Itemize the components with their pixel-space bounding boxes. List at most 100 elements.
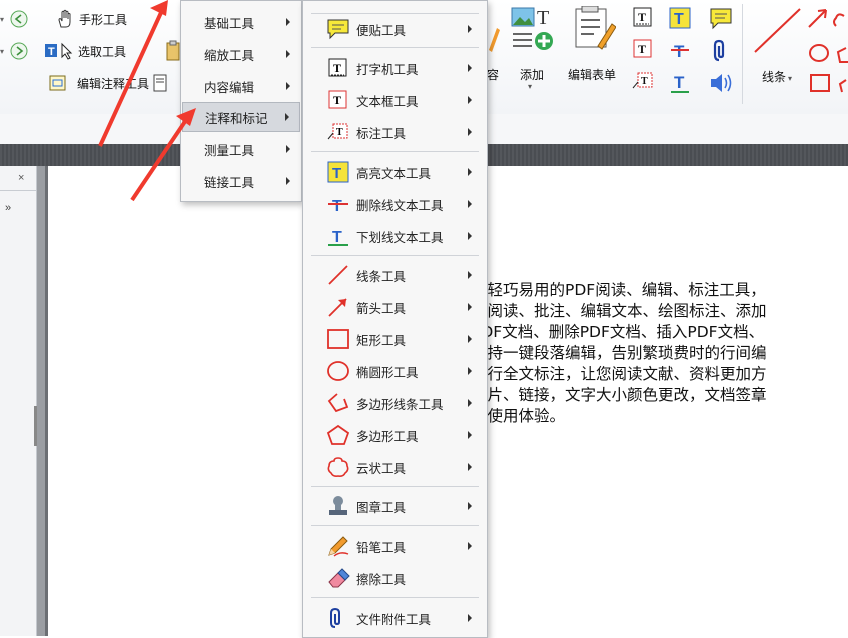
submenu-arrow-icon [468,367,472,375]
submenu-arrow-icon [468,431,472,439]
menu-separator [311,597,479,598]
menu-item-label: 标注工具 [356,126,407,141]
ellipse-shape-icon[interactable] [808,42,832,64]
line-tool-icon [752,6,802,56]
clipboard-icon[interactable] [166,40,180,62]
svg-text:T: T [333,93,341,107]
dropdown-caret-icon[interactable]: ▾ [0,47,8,56]
submenu-arrow-icon [468,463,472,471]
forward-icon[interactable] [10,42,28,60]
typewriter-icon: T [326,57,350,79]
submenu-arrow-icon [286,145,290,153]
menu-item-polyline-tool[interactable]: 多边形线条工具 [304,388,486,418]
menu-item-label: 删除线文本工具 [356,198,444,213]
submenu-arrow-icon [468,271,472,279]
sound-icon[interactable] [708,70,736,96]
menu-item-content-edit[interactable]: 内容编辑 [182,71,300,101]
edit-form-button[interactable]: 编辑表单 [566,4,624,84]
menu-separator [311,486,479,487]
lines-label: 线条 [762,70,787,84]
menu-item-polygon-tool[interactable]: 多边形工具 [304,420,486,450]
callout-icon[interactable]: T [632,70,654,92]
strikethrough-text-icon[interactable]: T [668,38,692,62]
close-icon[interactable]: × [18,172,24,184]
underline-text-icon: T [326,225,350,247]
menu-item-comment-markup[interactable]: 注释和标记 [182,102,300,132]
sticky-note-icon[interactable] [708,6,734,32]
select-tool-button[interactable]: T 选取工具 [42,40,126,62]
menu-item-typewriter-tool[interactable]: T 打字机工具 [304,53,486,83]
menu-item-callout-tool[interactable]: T 标注工具 [304,117,486,147]
menu-item-label: 基础工具 [204,16,255,31]
nav-back-row: ▾ [0,8,28,30]
submenu-arrow-icon [285,113,289,121]
strikethrough-text-icon: T [326,193,350,215]
menu-item-line-tool[interactable]: 线条工具 [304,260,486,290]
select-tool-label: 选取工具 [78,44,127,59]
textbox-icon[interactable]: T [632,38,654,60]
panel-splitter[interactable] [37,166,45,636]
svg-text:T: T [336,127,343,138]
typewriter-icon[interactable]: T [632,6,654,28]
menu-item-label: 文本框工具 [356,94,419,109]
menu-item-underline-tool[interactable]: T 下划线文本工具 [304,221,486,251]
menu-item-cloud-tool[interactable]: 云状工具 [304,452,486,482]
submenu-arrow-icon [468,232,472,240]
menu-separator [311,151,479,152]
hand-icon [55,9,75,29]
menu-item-textbox-tool[interactable]: T 文本框工具 [304,85,486,115]
callout-icon: T [326,121,350,143]
cloud-shape-icon[interactable] [832,6,848,96]
stamp-icon [326,495,350,517]
menu-item-eraser-tool[interactable]: 擦除工具 [304,563,486,593]
menu-item-highlight-tool[interactable]: T 高亮文本工具 [304,157,486,187]
menu-item-link-tools[interactable]: 链接工具 [182,166,300,196]
underline-text-icon[interactable]: T [668,70,692,94]
submenu-arrow-icon [286,18,290,26]
edit-form-icon [572,5,617,52]
menu-item-arrow-tool[interactable]: 箭头工具 [304,292,486,322]
expand-chevron-icon[interactable]: » [5,202,11,214]
arrow-shape-icon[interactable] [806,6,830,30]
menu-item-basic-tools[interactable]: 基础工具 [182,7,300,37]
polygon-icon [326,424,350,446]
menu-item-label: 擦除工具 [356,572,407,587]
back-icon[interactable] [10,10,28,28]
textbox-icon: T [326,89,350,111]
menu-item-ellipse-tool[interactable]: 椭圆形工具 [304,356,486,386]
svg-text:T: T [674,11,684,28]
lines-button[interactable]: 线条 ▾ [748,4,804,92]
comment-markup-menu: 便贴工具 T 打字机工具 T 文本框工具 T 标注工具 T 高亮文本工具 T 删… [302,0,488,638]
menu-item-stamp-tool[interactable]: 图章工具 [304,491,486,521]
paperclip-icon[interactable] [712,38,732,64]
arrow-icon [326,296,350,318]
ribbon-separator [742,4,743,104]
dropdown-caret-icon: ▾ [528,82,533,91]
paperclip-icon [326,607,350,629]
hand-tool-button[interactable]: 手形工具 [55,8,127,30]
highlight-text-icon: T [326,161,350,183]
menu-item-sticky-note-tool[interactable]: 便贴工具 [304,14,486,44]
highlight-text-icon[interactable]: T [668,6,692,30]
menu-item-strikethrough-tool[interactable]: T 删除线文本工具 [304,189,486,219]
rectangle-shape-icon[interactable] [808,72,832,94]
document-line: 图片、链接，文字大小颜色更改，文档签章 [472,386,767,404]
edit-form-label: 编辑表单 [568,68,617,82]
menu-item-pencil-tool[interactable]: 铅笔工具 [304,531,486,561]
menu-item-label: 多边形工具 [356,429,419,444]
dropdown-caret-icon[interactable]: ▾ [0,15,8,24]
menu-item-label: 图章工具 [356,500,407,515]
submenu-arrow-icon [468,399,472,407]
submenu-arrow-icon [468,335,472,343]
panel-divider [0,190,36,191]
edit-annotation-icon [47,73,69,93]
add-button[interactable]: T 添加 ▾ [508,6,556,92]
svg-text:T: T [332,165,341,182]
menu-item-file-attachment-tool[interactable]: 文件附件工具 [304,603,486,633]
menu-item-rectangle-tool[interactable]: 矩形工具 [304,324,486,354]
submenu-arrow-icon [468,128,472,136]
menu-item-measure-tools[interactable]: 测量工具 [182,134,300,164]
pen-edit-icon[interactable] [487,22,501,52]
menu-item-zoom-tools[interactable]: 缩放工具 [182,39,300,69]
edit-annotation-tool-button[interactable]: 编辑注释工具 [47,72,167,94]
